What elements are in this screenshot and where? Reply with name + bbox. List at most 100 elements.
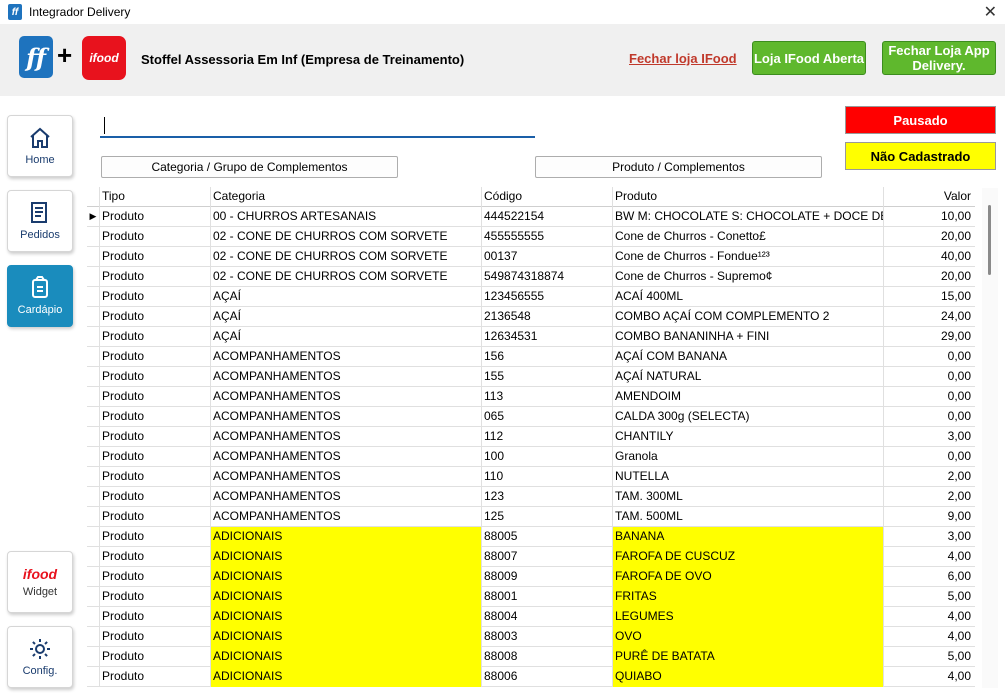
cell-categoria[interactable]: ACOMPANHAMENTOS [211, 507, 482, 527]
row-indicator[interactable] [87, 587, 100, 607]
cell-categoria[interactable]: ACOMPANHAMENTOS [211, 447, 482, 467]
cell-tipo[interactable]: Produto [100, 607, 211, 627]
cell-tipo[interactable]: Produto [100, 227, 211, 247]
cell-tipo[interactable]: Produto [100, 467, 211, 487]
row-indicator[interactable] [87, 507, 100, 527]
row-indicator[interactable] [87, 387, 100, 407]
row-indicator[interactable] [87, 627, 100, 647]
cell-produto[interactable]: TAM. 300ML [613, 487, 884, 507]
row-indicator[interactable] [87, 667, 100, 687]
cell-tipo[interactable]: Produto [100, 487, 211, 507]
column-header-categoria[interactable]: Categoria [211, 187, 482, 207]
cell-produto[interactable]: AÇAÍ NATURAL [613, 367, 884, 387]
cell-valor[interactable]: 20,00 [884, 227, 975, 247]
row-indicator[interactable] [87, 227, 100, 247]
cell-produto[interactable]: TAM. 500ML [613, 507, 884, 527]
row-indicator[interactable] [87, 447, 100, 467]
cell-categoria[interactable]: AÇAÍ [211, 327, 482, 347]
row-indicator[interactable] [87, 427, 100, 447]
cell-codigo[interactable]: 123 [482, 487, 613, 507]
cell-valor[interactable]: 4,00 [884, 627, 975, 647]
cell-codigo[interactable]: 12634531 [482, 327, 613, 347]
cell-categoria[interactable]: ADICIONAIS [211, 527, 482, 547]
cell-produto[interactable]: Granola [613, 447, 884, 467]
cell-tipo[interactable]: Produto [100, 647, 211, 667]
cell-categoria[interactable]: ADICIONAIS [211, 567, 482, 587]
row-indicator[interactable] [87, 407, 100, 427]
table-row[interactable]: Produto 02 - CONE DE CHURROS COM SORVETE 4… [87, 227, 975, 247]
row-indicator[interactable] [87, 547, 100, 567]
cell-categoria[interactable]: ADICIONAIS [211, 667, 482, 687]
table-row[interactable]: Produto ACOMPANHAMENTOS 112 CHANTILY 3,00 [87, 427, 975, 447]
cell-valor[interactable]: 4,00 [884, 607, 975, 627]
cell-tipo[interactable]: Produto [100, 247, 211, 267]
cell-produto[interactable]: LEGUMES [613, 607, 884, 627]
scrollbar-thumb[interactable] [988, 205, 991, 275]
table-row[interactable]: Produto ACOMPANHAMENTOS 155 AÇAÍ NATURAL 0,0… [87, 367, 975, 387]
cell-tipo[interactable]: Produto [100, 627, 211, 647]
cell-tipo[interactable]: Produto [100, 287, 211, 307]
cell-produto[interactable]: FAROFA DE OVO [613, 567, 884, 587]
cell-categoria[interactable]: ACOMPANHAMENTOS [211, 347, 482, 367]
cell-categoria[interactable]: ADICIONAIS [211, 547, 482, 567]
cell-categoria[interactable]: AÇAÍ [211, 287, 482, 307]
cell-produto[interactable]: PURÊ DE BATATA [613, 647, 884, 667]
cell-categoria[interactable]: 02 - CONE DE CHURROS COM SORVETE [211, 227, 482, 247]
table-row[interactable]: Produto ADICIONAIS 88008 PURÊ DE BATATA 5,00 [87, 647, 975, 667]
cell-produto[interactable]: FAROFA DE CUSCUZ [613, 547, 884, 567]
cell-valor[interactable]: 5,00 [884, 647, 975, 667]
cell-tipo[interactable]: Produto [100, 267, 211, 287]
row-indicator[interactable] [87, 467, 100, 487]
sidebar-item-cardapio[interactable]: Cardápio [7, 265, 73, 327]
table-row[interactable]: Produto ADICIONAIS 88004 LEGUMES 4,00 [87, 607, 975, 627]
cell-tipo[interactable]: Produto [100, 387, 211, 407]
cell-categoria[interactable]: ACOMPANHAMENTOS [211, 387, 482, 407]
cell-tipo[interactable]: Produto [100, 207, 211, 227]
cell-produto[interactable]: NUTELLA [613, 467, 884, 487]
table-row[interactable]: Produto ACOMPANHAMENTOS 125 TAM. 500ML 9,00 [87, 507, 975, 527]
cell-codigo[interactable]: 125 [482, 507, 613, 527]
table-row[interactable]: Produto 02 - CONE DE CHURROS COM SORVETE 0… [87, 247, 975, 267]
cell-valor[interactable]: 4,00 [884, 547, 975, 567]
cell-valor[interactable]: 0,00 [884, 367, 975, 387]
cell-tipo[interactable]: Produto [100, 667, 211, 687]
cell-codigo[interactable]: 110 [482, 467, 613, 487]
row-indicator[interactable] [87, 347, 100, 367]
cell-categoria[interactable]: ACOMPANHAMENTOS [211, 467, 482, 487]
cell-produto[interactable]: BW M: CHOCOLATE S: CHOCOLATE + DOCE DE [613, 207, 884, 227]
cell-valor[interactable]: 29,00 [884, 327, 975, 347]
cell-produto[interactable]: CALDA 300g (SELECTA) [613, 407, 884, 427]
cell-codigo[interactable]: 100 [482, 447, 613, 467]
cell-produto[interactable]: OVO [613, 627, 884, 647]
product-complements-button[interactable]: Produto / Complementos [535, 156, 822, 178]
row-indicator[interactable] [87, 567, 100, 587]
table-row[interactable]: Produto ADICIONAIS 88005 BANANA 3,00 [87, 527, 975, 547]
row-indicator[interactable] [87, 527, 100, 547]
cell-tipo[interactable]: Produto [100, 427, 211, 447]
cell-tipo[interactable]: Produto [100, 587, 211, 607]
cell-codigo[interactable]: 88007 [482, 547, 613, 567]
table-row[interactable]: Produto AÇAÍ 2136548 COMBO AÇAÍ COM COMPLEM… [87, 307, 975, 327]
cell-categoria[interactable]: 02 - CONE DE CHURROS COM SORVETE [211, 267, 482, 287]
table-row[interactable]: Produto ADICIONAIS 88009 FAROFA DE OVO 6,00 [87, 567, 975, 587]
cell-codigo[interactable]: 156 [482, 347, 613, 367]
cell-tipo[interactable]: Produto [100, 447, 211, 467]
table-row[interactable]: Produto ACOMPANHAMENTOS 100 Granola 0,00 [87, 447, 975, 467]
sidebar-item-widget[interactable]: ifood Widget [7, 551, 73, 613]
table-row[interactable]: Produto ADICIONAIS 88001 FRITAS 5,00 [87, 587, 975, 607]
cell-codigo[interactable]: 88005 [482, 527, 613, 547]
cell-valor[interactable]: 40,00 [884, 247, 975, 267]
cell-valor[interactable]: 2,00 [884, 487, 975, 507]
cell-produto[interactable]: BANANA [613, 527, 884, 547]
cell-valor[interactable]: 9,00 [884, 507, 975, 527]
cell-produto[interactable]: FRITAS [613, 587, 884, 607]
cell-valor[interactable]: 15,00 [884, 287, 975, 307]
cell-categoria[interactable]: ACOMPANHAMENTOS [211, 427, 482, 447]
cell-produto[interactable]: QUIABO [613, 667, 884, 687]
cell-tipo[interactable]: Produto [100, 327, 211, 347]
cell-categoria[interactable]: ADICIONAIS [211, 647, 482, 667]
row-indicator[interactable] [87, 367, 100, 387]
cell-tipo[interactable]: Produto [100, 307, 211, 327]
table-row[interactable]: Produto ADICIONAIS 88003 OVO 4,00 [87, 627, 975, 647]
row-indicator[interactable] [87, 607, 100, 627]
